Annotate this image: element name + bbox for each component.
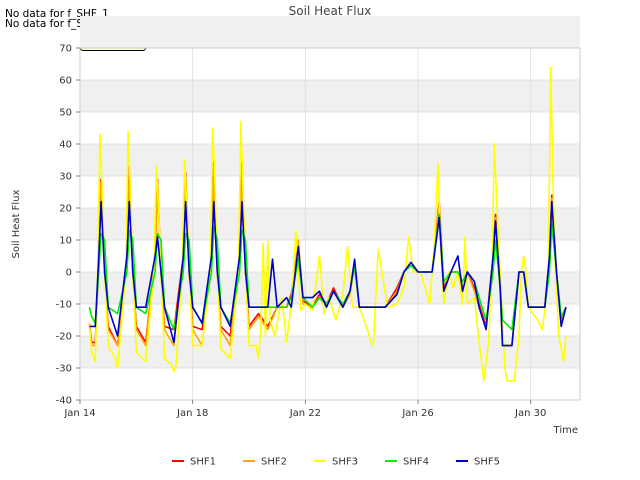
y-tick-label: -30 <box>56 364 72 375</box>
x-axis-title: Time <box>553 425 578 436</box>
legend-label-shf4: SHF4 <box>403 457 429 468</box>
legend-label-shf1: SHF1 <box>190 457 216 468</box>
x-tick-label: Jan 26 <box>401 408 433 419</box>
plot-band <box>80 80 580 112</box>
x-tick-label: Jan 22 <box>289 408 321 419</box>
y-tick-label: 60 <box>59 76 72 87</box>
plot-band <box>80 144 580 176</box>
y-tick-label: 70 <box>59 44 72 55</box>
soil-heat-flux-chart: -40 -30 -20 -10 0 10 20 30 40 50 60 70 Jan 14 Jan 18 J… <box>11 4 581 468</box>
y-tick-label: -40 <box>56 396 72 407</box>
y-tick-label: 0 <box>66 268 72 279</box>
y-axis-title: Soil Heat Flux <box>11 189 22 258</box>
x-tick-label: Jan 14 <box>63 408 95 419</box>
y-tick-label: 10 <box>59 236 72 247</box>
plot-band <box>80 16 580 48</box>
y-tick-label: 40 <box>59 140 72 151</box>
legend-label-shf3: SHF3 <box>332 457 358 468</box>
legend-label-shf2: SHF2 <box>261 457 287 468</box>
chart-title: Soil Heat Flux <box>289 4 372 18</box>
y-tick-label: 30 <box>59 172 72 183</box>
x-tick-label: Jan 18 <box>176 408 208 419</box>
y-tick-label: -10 <box>56 300 72 311</box>
y-tick-label: 20 <box>59 204 72 215</box>
x-tick-label: Jan 30 <box>514 408 546 419</box>
y-tick-label: -20 <box>56 332 72 343</box>
legend: SHF1 SHF2 SHF3 SHF4 SHF5 <box>172 457 500 468</box>
legend-label-shf5: SHF5 <box>474 457 500 468</box>
y-tick-label: 50 <box>59 108 72 119</box>
